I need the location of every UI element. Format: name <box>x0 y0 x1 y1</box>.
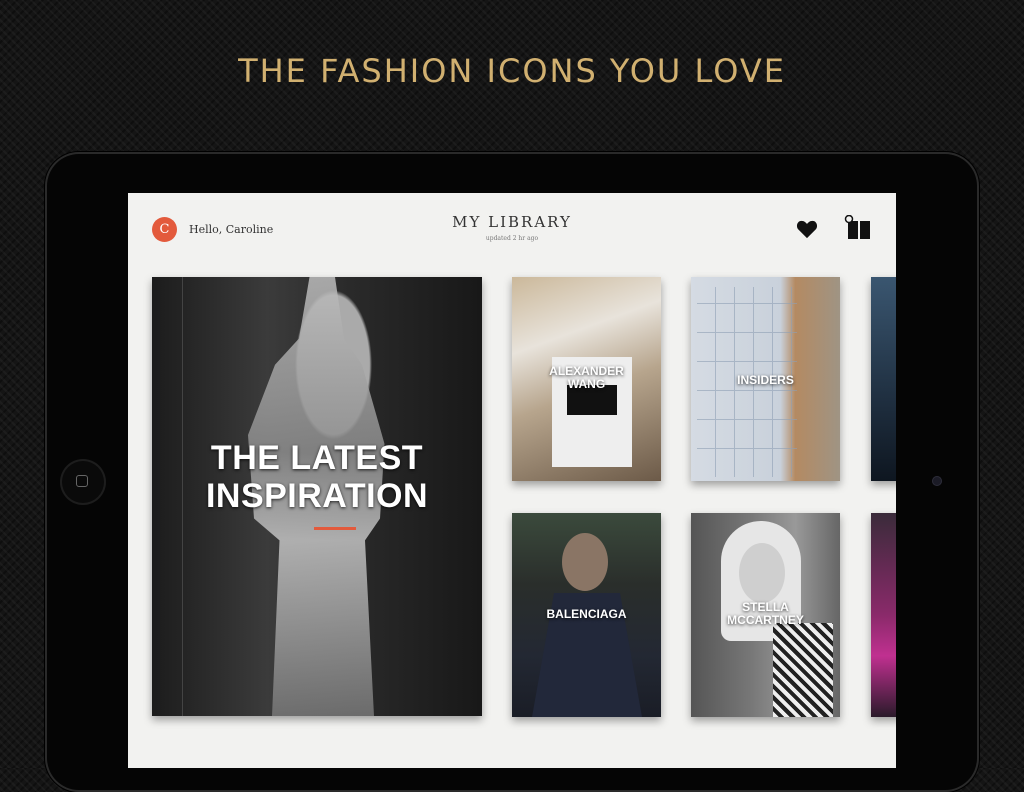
tile-partial-next-2[interactable] <box>871 513 896 717</box>
feature-tile-latest-inspiration[interactable]: THE LATEST INSPIRATION <box>152 277 482 716</box>
heart-icon[interactable] <box>796 219 818 239</box>
promo-headline: THE FASHION ICONS YOU LOVE <box>238 52 786 90</box>
tile-image-detail <box>739 543 785 603</box>
app-screen: C Hello, Caroline MY LIBRARY updated 2 h… <box>128 193 896 768</box>
home-button-icon <box>76 475 88 487</box>
tile-label: STELLA MCCARTNEY <box>727 600 804 627</box>
tile-label: ALEXANDER WANG <box>549 364 624 391</box>
tile-image <box>562 533 608 591</box>
tile-label: BALENCIAGA <box>546 607 627 621</box>
home-button[interactable] <box>60 459 106 505</box>
page-subtitle: updated 2 hr ago <box>485 235 539 242</box>
feature-accent-bar <box>314 527 356 530</box>
page-title: MY LIBRARY <box>452 213 572 231</box>
tile-balenciaga[interactable]: BALENCIAGA <box>512 513 661 717</box>
tile-insiders[interactable]: INSIDERS <box>691 277 840 481</box>
feature-tile-label: THE LATEST INSPIRATION <box>205 439 429 515</box>
shopping-bag-icon[interactable] <box>844 215 874 241</box>
camera-icon <box>932 476 942 486</box>
tile-stella-mccartney[interactable]: STELLA MCCARTNEY <box>691 513 840 717</box>
app-header: C Hello, Caroline MY LIBRARY updated 2 h… <box>128 193 896 265</box>
tile-partial-next[interactable] <box>871 277 896 481</box>
tile-image-dress <box>773 623 833 717</box>
tile-label: INSIDERS <box>737 373 794 387</box>
tile-alexander-wang[interactable]: ALEXANDER WANG <box>512 277 661 481</box>
